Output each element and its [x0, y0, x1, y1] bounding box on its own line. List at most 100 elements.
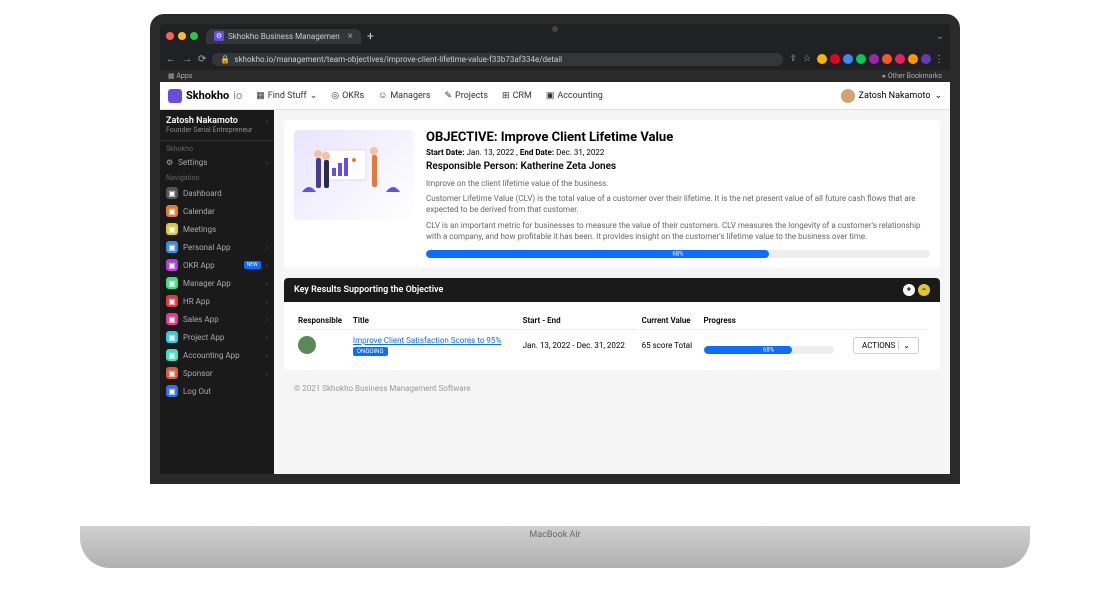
- ext-icon[interactable]: [830, 54, 840, 64]
- window-minimize[interactable]: [178, 32, 186, 40]
- kr-title-link[interactable]: Improve Client Satisfaction Scores to 95…: [353, 336, 501, 345]
- illustration: [294, 130, 414, 220]
- chevron-right-icon: ›: [266, 315, 268, 324]
- chevron-right-icon: ›: [266, 243, 268, 252]
- objective-desc: Customer Lifetime Value (CLV) is the tot…: [426, 193, 930, 215]
- ext-icon[interactable]: [921, 54, 931, 64]
- app-icon: ▣: [166, 187, 178, 199]
- objective-title: OBJECTIVE: Improve Client Lifetime Value: [426, 130, 930, 145]
- chevron-right-icon: ›: [266, 369, 268, 378]
- url-text: skhokho.io/management/team-objectives/im…: [234, 55, 562, 64]
- chevron-down-icon: ⌄: [934, 91, 942, 101]
- back-icon[interactable]: ←: [166, 54, 176, 65]
- sidebar: Zatosh Nakamoto› Founder Serial Entrepre…: [160, 110, 274, 474]
- sidebar-item-okr-app[interactable]: ▣OKR AppNEW›: [160, 256, 274, 274]
- ext-icon[interactable]: [843, 54, 853, 64]
- sidebar-item-sponsor[interactable]: ▣Sponsor›: [160, 364, 274, 382]
- ext-icon[interactable]: [908, 54, 918, 64]
- window-close[interactable]: [166, 32, 174, 40]
- sidebar-item-log-out[interactable]: ▣Log Out: [160, 382, 274, 400]
- new-tab-button[interactable]: +: [367, 29, 374, 43]
- app-icon: ▣: [166, 205, 178, 217]
- favicon: ⚙: [214, 31, 224, 41]
- nav-find-stuff[interactable]: ▦Find Stuff⌄: [256, 91, 317, 101]
- ext-icon[interactable]: [895, 54, 905, 64]
- app-icon: ▣: [166, 277, 178, 289]
- kr-avatar: [298, 336, 316, 354]
- other-bookmarks[interactable]: ▸ Other Bookmarks: [883, 72, 942, 80]
- nav-okrs[interactable]: ◎OKRs: [331, 91, 364, 101]
- share-icon[interactable]: ⇧: [789, 54, 797, 64]
- address-bar[interactable]: 🔒 skhokho.io/management/team-objectives/…: [212, 53, 783, 66]
- lock-icon: 🔒: [220, 55, 230, 64]
- app-icon: ▣: [166, 241, 178, 253]
- objective-card: OBJECTIVE: Improve Client Lifetime Value…: [284, 120, 940, 268]
- footer: © 2021 Skhokho Business Management Softw…: [284, 380, 940, 397]
- minimize-button[interactable]: −: [918, 284, 930, 296]
- sidebar-item-sales-app[interactable]: ▣Sales App›: [160, 310, 274, 328]
- objective-desc: Improve on the client lifetime value of …: [426, 178, 930, 189]
- app-icon: ▣: [166, 331, 178, 343]
- close-tab-icon[interactable]: ×: [348, 31, 353, 42]
- sidebar-settings[interactable]: ⚙ Settings ›: [160, 155, 274, 170]
- ext-icon[interactable]: [817, 54, 827, 64]
- avatar: [841, 89, 855, 103]
- chevron-down-icon: ⌄: [898, 341, 910, 350]
- app-icon: ▣: [166, 349, 178, 361]
- nav-projects[interactable]: ✎Projects: [444, 91, 488, 101]
- app-icon: ▣: [166, 385, 178, 397]
- sidebar-profile[interactable]: Zatosh Nakamoto› Founder Serial Entrepre…: [160, 110, 274, 141]
- col-progress: Progress: [702, 312, 850, 330]
- chevron-down-icon[interactable]: ⌄: [936, 31, 944, 42]
- kr-progress: 68%: [704, 346, 834, 354]
- chevron-right-icon: ›: [266, 261, 268, 270]
- user-menu[interactable]: Zatosh Nakamoto ⌄: [841, 89, 942, 103]
- chevron-right-icon: ›: [266, 158, 268, 167]
- chevron-right-icon: ›: [266, 279, 268, 288]
- sidebar-section: Navigation: [160, 170, 274, 184]
- nav-accounting[interactable]: ▣Accounting: [546, 91, 603, 101]
- browser-chrome: ⚙ Skhokho Business Managemen × + ⌄ ← → ⟳…: [160, 24, 950, 82]
- forward-icon[interactable]: →: [182, 54, 192, 65]
- sidebar-item-hr-app[interactable]: ▣HR App›: [160, 292, 274, 310]
- sidebar-item-manager-app[interactable]: ▣Manager App›: [160, 274, 274, 292]
- ext-icon[interactable]: [882, 54, 892, 64]
- app-icon: ▣: [166, 367, 178, 379]
- tab-title: Skhokho Business Managemen: [228, 32, 340, 41]
- sidebar-item-project-app[interactable]: ▣Project App›: [160, 328, 274, 346]
- col-responsible: Responsible: [296, 312, 349, 330]
- sidebar-item-accounting-app[interactable]: ▣Accounting App›: [160, 346, 274, 364]
- col-dates: Start - End: [521, 312, 638, 330]
- sidebar-item-dashboard[interactable]: ▣Dashboard: [160, 184, 274, 202]
- gear-icon: ⚙: [166, 158, 173, 167]
- chevron-right-icon: ›: [266, 333, 268, 342]
- chevron-right-icon: ›: [266, 351, 268, 360]
- menu-icon[interactable]: ⋮: [934, 54, 944, 65]
- new-badge: NEW: [244, 261, 261, 269]
- actions-button[interactable]: ACTIONS⌄: [853, 337, 919, 354]
- objective-progress: 68%: [426, 250, 930, 258]
- app-icon: ▣: [166, 295, 178, 307]
- chevron-right-icon: ›: [266, 117, 268, 126]
- responsible-person: Responsible Person: Katherine Zeta Jones: [426, 161, 930, 172]
- ext-icon[interactable]: [856, 54, 866, 64]
- apps-bookmark[interactable]: ▦ Apps: [168, 72, 192, 80]
- window-maximize[interactable]: [190, 32, 198, 40]
- col-title: Title: [351, 312, 519, 330]
- laptop-base: MacBook Air: [80, 526, 1030, 568]
- chevron-right-icon: ›: [266, 297, 268, 306]
- col-actions: [851, 312, 928, 330]
- sidebar-item-meetings[interactable]: ▣Meetings: [160, 220, 274, 238]
- ext-icon[interactable]: [869, 54, 879, 64]
- brand-logo[interactable]: Skhokho io: [168, 89, 242, 103]
- nav-crm[interactable]: ⊞CRM: [502, 91, 532, 101]
- reload-icon[interactable]: ⟳: [198, 54, 206, 65]
- sidebar-item-personal-app[interactable]: ▣Personal App›: [160, 238, 274, 256]
- add-button[interactable]: +: [903, 284, 915, 296]
- kr-status-badge: ONGOING: [353, 347, 388, 356]
- browser-tab[interactable]: ⚙ Skhokho Business Managemen ×: [206, 29, 361, 44]
- star-icon[interactable]: ☆: [803, 54, 811, 64]
- nav-managers[interactable]: ☺Managers: [378, 90, 430, 101]
- key-results-card: Key Results Supporting the Objective + −: [284, 278, 940, 370]
- sidebar-item-calendar[interactable]: ▣Calendar: [160, 202, 274, 220]
